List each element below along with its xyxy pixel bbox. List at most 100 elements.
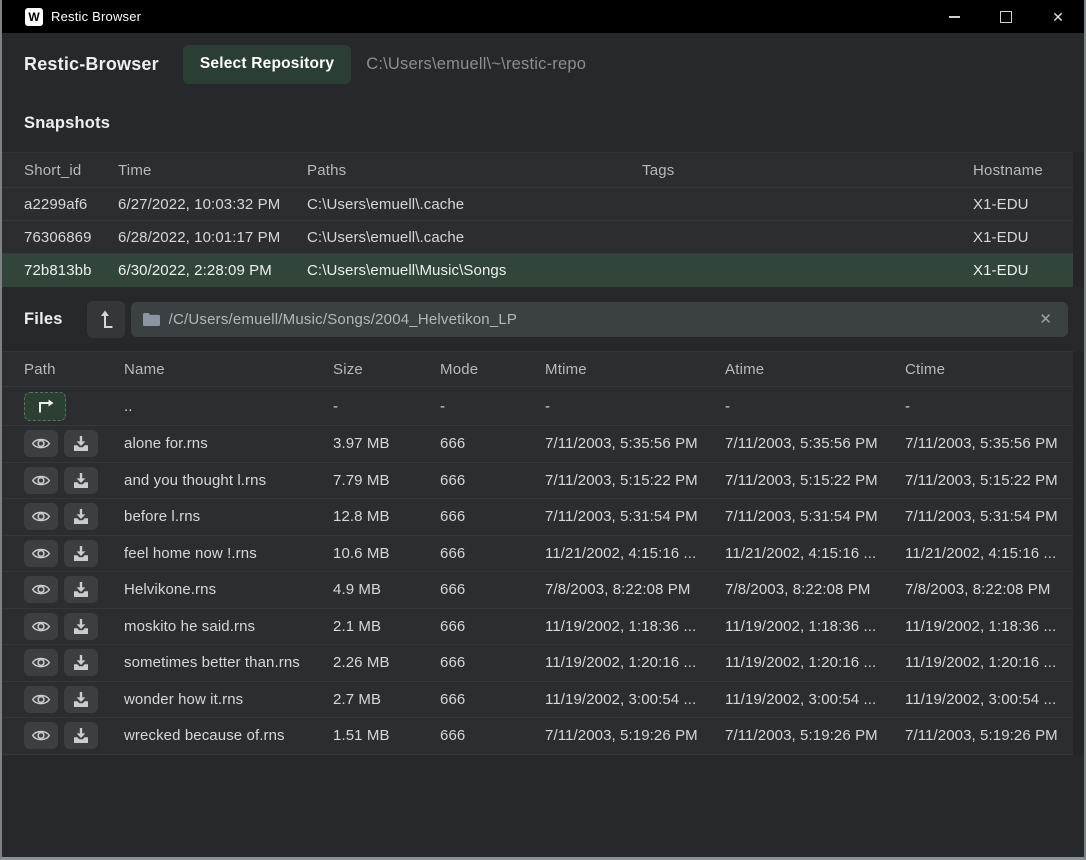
file-cell-mtime: 7/8/2003, 8:22:08 PM — [545, 581, 725, 598]
minimize-icon — [949, 16, 960, 18]
wails-logo-icon: W — [25, 8, 43, 26]
file-cell-mtime: - — [545, 398, 725, 415]
file-row-actions — [24, 576, 124, 603]
snapshots-section-header: Snapshots — [2, 95, 1084, 152]
file-cell-name: alone for.rns — [124, 435, 333, 452]
snapshot-row[interactable]: a2299af66/27/2022, 10:03:32 PMC:\Users\e… — [2, 188, 1073, 221]
snapshot-cell-paths: C:\Users\emuell\.cache — [307, 229, 642, 246]
clear-path-button[interactable]: ✕ — [1035, 310, 1056, 329]
file-cell-mtime: 7/11/2003, 5:31:54 PM — [545, 508, 725, 525]
file-cell-ctime: 11/21/2002, 4:15:16 ... — [905, 545, 1073, 562]
parent-dir-button[interactable] — [24, 392, 66, 421]
minimize-button[interactable] — [928, 0, 980, 33]
snapshot-cell-hostname: X1-EDU — [973, 196, 1073, 213]
download-button[interactable] — [64, 430, 98, 457]
eye-icon — [31, 655, 51, 670]
snapshots-table: Short_idTimePathsTagsHostname a2299af66/… — [2, 152, 1084, 287]
file-cell-size: 7.79 MB — [333, 472, 440, 489]
download-button[interactable] — [64, 503, 98, 530]
download-button[interactable] — [64, 686, 98, 713]
preview-button[interactable] — [24, 430, 58, 457]
file-cell-size: 12.8 MB — [333, 508, 440, 525]
preview-button[interactable] — [24, 503, 58, 530]
file-cell-atime: 7/11/2003, 5:31:54 PM — [725, 508, 905, 525]
file-cell-atime: 7/11/2003, 5:15:22 PM — [725, 472, 905, 489]
parent-dir-row[interactable]: ..----- — [2, 387, 1073, 425]
file-cell-name: and you thought l.rns — [124, 472, 333, 489]
preview-button[interactable] — [24, 540, 58, 567]
up-level-icon — [98, 310, 113, 329]
download-icon — [73, 472, 89, 489]
file-cell-mode: 666 — [440, 545, 545, 562]
download-button[interactable] — [64, 613, 98, 640]
snapshot-cell-time: 6/27/2022, 10:03:32 PM — [118, 196, 307, 213]
preview-button[interactable] — [24, 576, 58, 603]
parent-dir-actions — [24, 392, 124, 421]
up-level-button[interactable] — [87, 301, 125, 338]
close-button[interactable]: ✕ — [1032, 0, 1084, 33]
download-button[interactable] — [64, 649, 98, 676]
file-cell-name: wonder how it.rns — [124, 691, 333, 708]
download-icon — [73, 691, 89, 708]
snapshots-col-short_id: Short_id — [24, 162, 118, 179]
file-cell-name: feel home now !.rns — [124, 545, 333, 562]
file-cell-size: 2.26 MB — [333, 654, 440, 671]
snapshots-title: Snapshots — [24, 114, 110, 133]
download-button[interactable] — [64, 467, 98, 494]
snapshot-row[interactable]: 763068696/28/2022, 10:01:17 PMC:\Users\e… — [2, 221, 1073, 254]
download-button[interactable] — [64, 722, 98, 749]
file-cell-ctime: 11/19/2002, 1:18:36 ... — [905, 618, 1073, 635]
file-cell-mode: 666 — [440, 691, 545, 708]
preview-button[interactable] — [24, 613, 58, 640]
snapshot-cell-hostname: X1-EDU — [973, 229, 1073, 246]
file-cell-ctime: 7/11/2003, 5:35:56 PM — [905, 435, 1073, 452]
file-row: moskito he said.rns2.1 MB66611/19/2002, … — [2, 608, 1073, 645]
download-icon — [73, 545, 89, 562]
file-row-actions — [24, 503, 124, 530]
titlebar: W Restic Browser ✕ — [2, 0, 1084, 33]
select-repository-button[interactable]: Select Repository — [183, 45, 351, 84]
file-row: sometimes better than.rns2.26 MB66611/19… — [2, 644, 1073, 681]
file-cell-atime: 11/19/2002, 3:00:54 ... — [725, 691, 905, 708]
file-row: wonder how it.rns2.7 MB66611/19/2002, 3:… — [2, 681, 1073, 718]
download-button[interactable] — [64, 576, 98, 603]
download-button[interactable] — [64, 540, 98, 567]
eye-icon — [31, 728, 51, 743]
files-table: PathNameSizeModeMtimeAtimeCtime ..-----a… — [2, 351, 1084, 755]
eye-icon — [31, 473, 51, 488]
snapshots-col-time: Time — [118, 162, 307, 179]
eye-icon — [31, 582, 51, 597]
parent-dir-icon — [35, 399, 55, 413]
download-icon — [73, 618, 89, 635]
files-scrollbar[interactable] — [1073, 351, 1084, 755]
app-title: Restic-Browser — [24, 54, 159, 75]
file-row-actions — [24, 722, 124, 749]
preview-button[interactable] — [24, 686, 58, 713]
files-section-header: Files /C/Users/emuell/Music/Songs/2004_H… — [2, 287, 1084, 351]
file-row-actions — [24, 467, 124, 494]
eye-icon — [31, 546, 51, 561]
eye-icon — [31, 436, 51, 451]
file-cell-atime: 7/8/2003, 8:22:08 PM — [725, 581, 905, 598]
files-col-atime: Atime — [725, 361, 905, 378]
snapshot-cell-short_id: 76306869 — [24, 229, 118, 246]
maximize-button[interactable] — [980, 0, 1032, 33]
file-cell-atime: - — [725, 398, 905, 415]
files-col-mtime: Mtime — [545, 361, 725, 378]
file-cell-mode: 666 — [440, 581, 545, 598]
download-icon — [73, 727, 89, 744]
snapshot-cell-short_id: a2299af6 — [24, 196, 118, 213]
snapshot-cell-paths: C:\Users\emuell\Music\Songs — [307, 262, 642, 279]
window-controls: ✕ — [928, 0, 1084, 33]
file-cell-ctime: 11/19/2002, 3:00:54 ... — [905, 691, 1073, 708]
files-path-bar[interactable]: /C/Users/emuell/Music/Songs/2004_Helveti… — [131, 302, 1068, 337]
preview-button[interactable] — [24, 649, 58, 676]
snapshots-col-hostname: Hostname — [973, 162, 1073, 179]
snapshots-scrollbar[interactable] — [1073, 152, 1084, 287]
preview-button[interactable] — [24, 722, 58, 749]
file-cell-name: moskito he said.rns — [124, 618, 333, 635]
file-row: alone for.rns3.97 MB6667/11/2003, 5:35:5… — [2, 425, 1073, 462]
preview-button[interactable] — [24, 467, 58, 494]
snapshot-row[interactable]: 72b813bb6/30/2022, 2:28:09 PMC:\Users\em… — [2, 254, 1073, 287]
snapshots-table-header: Short_idTimePathsTagsHostname — [2, 152, 1073, 188]
